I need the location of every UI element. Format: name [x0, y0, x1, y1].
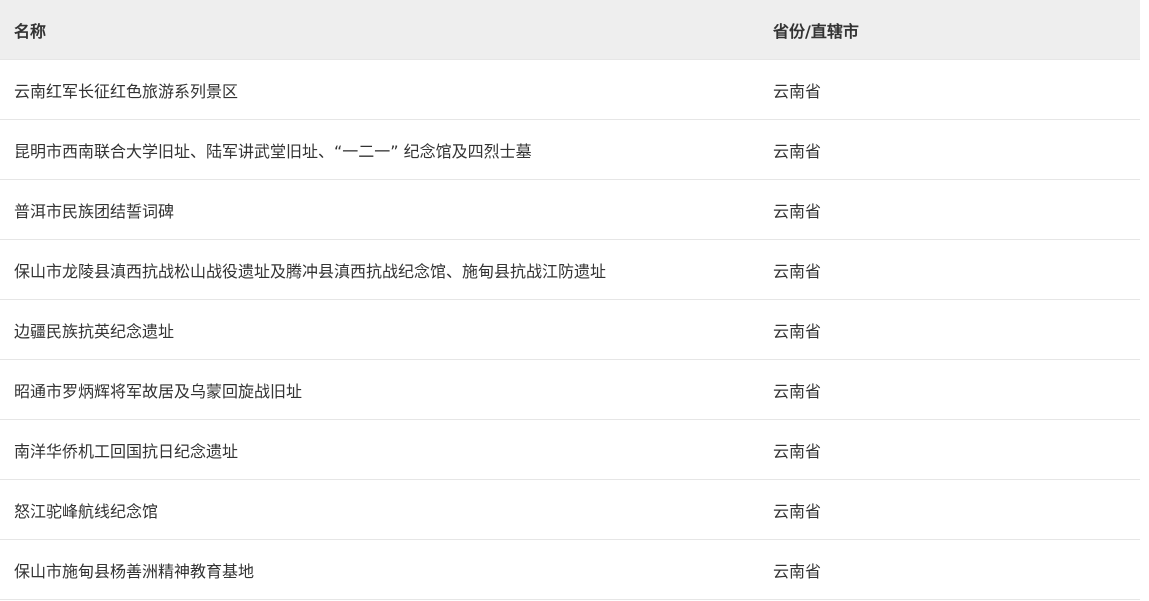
table-row: 边疆民族抗英纪念遗址 云南省 [0, 299, 1140, 360]
table-body: 云南红军长征红色旅游系列景区 云南省 昆明市西南联合大学旧址、陆军讲武堂旧址、“… [0, 59, 1140, 600]
cell-province: 云南省 [759, 479, 1140, 540]
table-row: 南洋华侨机工回国抗日纪念遗址 云南省 [0, 419, 1140, 480]
cell-name: 保山市龙陵县滇西抗战松山战役遗址及腾冲县滇西抗战纪念馆、施甸县抗战江防遗址 [0, 239, 759, 300]
cell-province: 云南省 [759, 539, 1140, 600]
cell-province: 云南省 [759, 299, 1140, 360]
cell-province: 云南省 [759, 419, 1140, 480]
table-row: 保山市龙陵县滇西抗战松山战役遗址及腾冲县滇西抗战纪念馆、施甸县抗战江防遗址 云南… [0, 239, 1140, 300]
cell-province: 云南省 [759, 239, 1140, 300]
sites-table: 名称 省份/直辖市 云南红军长征红色旅游系列景区 云南省 昆明市西南联合大学旧址… [0, 0, 1140, 600]
cell-province: 云南省 [759, 179, 1140, 240]
cell-name: 昭通市罗炳辉将军故居及乌蒙回旋战旧址 [0, 359, 759, 420]
table-header: 名称 省份/直辖市 [0, 0, 1140, 60]
table-row: 昆明市西南联合大学旧址、陆军讲武堂旧址、“一二一” 纪念馆及四烈士墓 云南省 [0, 119, 1140, 180]
cell-province: 云南省 [759, 359, 1140, 420]
table-row: 云南红军长征红色旅游系列景区 云南省 [0, 59, 1140, 120]
cell-name: 云南红军长征红色旅游系列景区 [0, 59, 759, 120]
cell-province: 云南省 [759, 119, 1140, 180]
cell-province: 云南省 [759, 59, 1140, 120]
column-header-province: 省份/直辖市 [759, 0, 1140, 60]
cell-name: 南洋华侨机工回国抗日纪念遗址 [0, 419, 759, 480]
cell-name: 普洱市民族团结誓词碑 [0, 179, 759, 240]
table-row: 昭通市罗炳辉将军故居及乌蒙回旋战旧址 云南省 [0, 359, 1140, 420]
cell-name: 怒江驼峰航线纪念馆 [0, 479, 759, 540]
table-row: 普洱市民族团结誓词碑 云南省 [0, 179, 1140, 240]
cell-name: 边疆民族抗英纪念遗址 [0, 299, 759, 360]
sites-table-container: 名称 省份/直辖市 云南红军长征红色旅游系列景区 云南省 昆明市西南联合大学旧址… [0, 0, 1140, 600]
table-row: 保山市施甸县杨善洲精神教育基地 云南省 [0, 539, 1140, 600]
column-header-name: 名称 [0, 0, 759, 60]
header-row: 名称 省份/直辖市 [0, 0, 1140, 60]
cell-name: 昆明市西南联合大学旧址、陆军讲武堂旧址、“一二一” 纪念馆及四烈士墓 [0, 119, 759, 180]
cell-name: 保山市施甸县杨善洲精神教育基地 [0, 539, 759, 600]
table-row: 怒江驼峰航线纪念馆 云南省 [0, 479, 1140, 540]
